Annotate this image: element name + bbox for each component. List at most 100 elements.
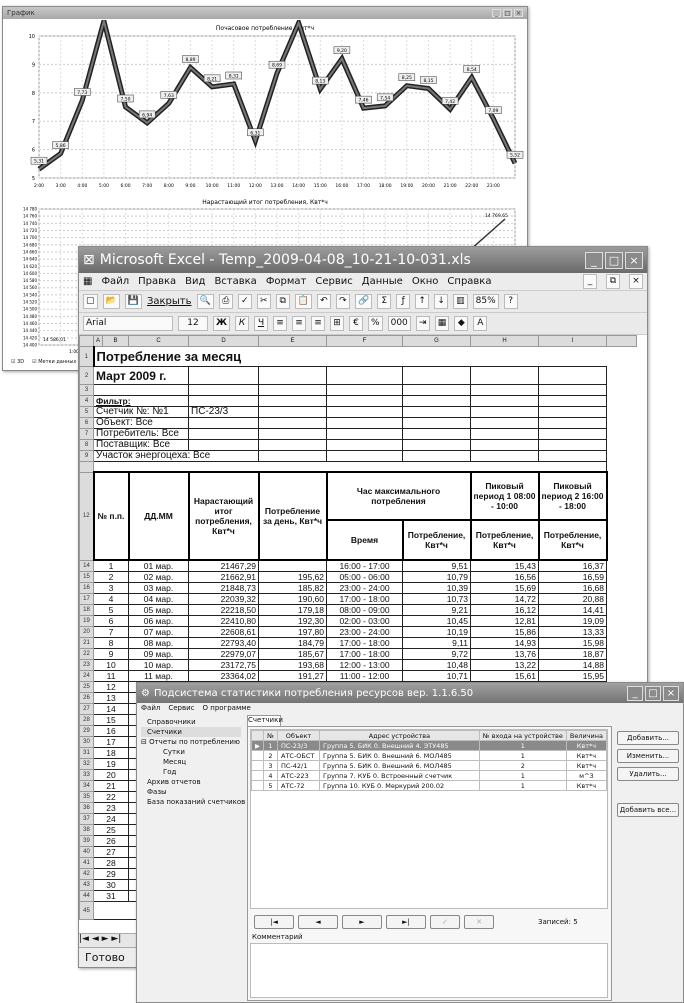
cell-date[interactable]: 07 мар. bbox=[128, 626, 190, 639]
cell-peak1[interactable]: 14,93 bbox=[470, 637, 540, 650]
row-number[interactable]: 18 bbox=[79, 604, 94, 617]
select-all[interactable] bbox=[79, 335, 94, 347]
column-header[interactable]: C bbox=[128, 335, 190, 347]
row-number[interactable]: 25 bbox=[79, 681, 94, 694]
row-number[interactable]: 27 bbox=[79, 703, 94, 716]
cell-date[interactable]: 09 мар. bbox=[128, 648, 190, 661]
cell-daily[interactable]: 197,80 bbox=[258, 626, 328, 639]
cell-num[interactable]: 7 bbox=[92, 626, 130, 639]
underline-icon[interactable]: Ч bbox=[254, 316, 269, 331]
cell-time[interactable]: 23:00 - 24:00 bbox=[326, 626, 404, 639]
tree-item-readings[interactable]: База показаний счетчиков bbox=[141, 797, 245, 807]
menu-view[interactable]: Вид bbox=[185, 276, 205, 287]
row-number[interactable]: 38 bbox=[79, 824, 94, 837]
cell-peak1[interactable]: 15,69 bbox=[470, 582, 540, 595]
checkbox-3d[interactable]: ☑ 3D bbox=[11, 359, 24, 365]
cell-consumption[interactable]: 9,72 bbox=[402, 648, 472, 661]
doc-minimize-button[interactable]: _ bbox=[583, 274, 597, 289]
cell-peak1[interactable]: 13,76 bbox=[470, 648, 540, 661]
filter-consumer[interactable]: Потребитель: Все bbox=[92, 428, 190, 440]
cell-consumption[interactable]: 10,48 bbox=[402, 659, 472, 672]
excel-minimize-button[interactable]: _ bbox=[585, 251, 603, 269]
cell-cumulative[interactable]: 22608,61 bbox=[188, 626, 260, 639]
cell-num[interactable]: 6 bbox=[92, 615, 130, 628]
undo-icon[interactable]: ↶ bbox=[316, 294, 331, 309]
cell-num[interactable]: 31 bbox=[92, 890, 130, 903]
currency-icon[interactable]: € bbox=[349, 316, 364, 331]
row-number[interactable]: 3 bbox=[79, 384, 94, 396]
cell-peak2[interactable]: 15,98 bbox=[538, 637, 608, 650]
row-number[interactable]: 43 bbox=[79, 879, 94, 892]
prev-record-button[interactable]: ◄ bbox=[298, 915, 338, 929]
row-number[interactable]: 29 bbox=[79, 725, 94, 738]
menu-edit[interactable]: Правка bbox=[138, 276, 176, 287]
cell-cumulative[interactable]: 22039,32 bbox=[188, 593, 260, 606]
cell-cumulative[interactable]: 22410,80 bbox=[188, 615, 260, 628]
cell-time[interactable]: 11:00 - 12:00 bbox=[326, 670, 404, 683]
row-number[interactable]: 45 bbox=[79, 901, 94, 921]
header-max-hour[interactable]: Час максимального потребления bbox=[325, 471, 472, 522]
edit-button[interactable]: Изменить... bbox=[617, 749, 679, 763]
font-size-select[interactable]: 12 bbox=[178, 316, 208, 331]
column-header[interactable]: I bbox=[538, 335, 608, 347]
row-number[interactable]: 15 bbox=[79, 571, 94, 584]
row-number[interactable]: 31 bbox=[79, 747, 94, 760]
percent-icon[interactable]: % bbox=[368, 316, 383, 331]
cell-consumption[interactable]: 10,39 bbox=[402, 582, 472, 595]
cell-num[interactable]: 13 bbox=[92, 692, 130, 705]
cell-cumulative[interactable]: 21467,29 bbox=[188, 559, 260, 573]
row-number[interactable]: 36 bbox=[79, 802, 94, 815]
column-header[interactable]: B bbox=[102, 335, 130, 347]
filter-meter[interactable]: Счетчик №: №1 bbox=[92, 406, 190, 418]
tree-item-month[interactable]: Месяц bbox=[141, 757, 241, 767]
cell-date[interactable]: 02 мар. bbox=[128, 571, 190, 584]
cell-date[interactable]: 04 мар. bbox=[128, 593, 190, 606]
grid-row[interactable]: 3 ПС-42/1 Группа 5. БИК 0. Внешний 6. МОЛ4… bbox=[251, 760, 608, 771]
cell-time[interactable]: 23:00 - 24:00 bbox=[326, 582, 404, 595]
align-center-icon[interactable]: ≡ bbox=[292, 316, 307, 331]
header-time[interactable]: Время bbox=[325, 519, 404, 562]
row-number[interactable]: 42 bbox=[79, 868, 94, 881]
cell-daily[interactable]: 179,18 bbox=[258, 604, 328, 617]
checkbox-labels[interactable]: ☑ Метки данных bbox=[32, 359, 76, 365]
cell-consumption[interactable]: 9,51 bbox=[402, 559, 472, 573]
cell-consumption[interactable]: 10,19 bbox=[402, 626, 472, 639]
cell-time[interactable]: 17:00 - 18:00 bbox=[326, 593, 404, 606]
cell-daily[interactable]: 185,67 bbox=[258, 648, 328, 661]
print-icon[interactable]: ⎙ bbox=[218, 294, 233, 309]
meters-grid[interactable]: № Объект Адрес устройства № входа на уст… bbox=[250, 729, 608, 909]
merge-icon[interactable]: ⊞ bbox=[330, 316, 345, 331]
sub-close-button[interactable]: × bbox=[663, 685, 679, 701]
cell-peak2[interactable]: 20,88 bbox=[538, 593, 608, 606]
cell-num[interactable]: 17 bbox=[92, 736, 130, 749]
cell-peak1[interactable]: 16,56 bbox=[470, 571, 540, 584]
filter-supplier[interactable]: Поставщик: Все bbox=[92, 439, 190, 451]
cell-cumulative[interactable]: 22793,40 bbox=[188, 637, 260, 650]
cut-icon[interactable]: ✂ bbox=[256, 294, 271, 309]
tree-item-meters[interactable]: Счетчики bbox=[141, 727, 241, 737]
column-header[interactable]: A bbox=[92, 335, 104, 347]
cell-daily[interactable] bbox=[258, 559, 328, 573]
cell-peak2[interactable]: 19,09 bbox=[538, 615, 608, 628]
filter-section[interactable]: Участок энергоцеха: Все bbox=[92, 450, 260, 462]
cell-num[interactable]: 15 bbox=[92, 714, 130, 727]
cell-num[interactable]: 2 bbox=[92, 571, 130, 584]
grid-row[interactable]: 5 АТС-72 Группа 10. КУБ 0. Меркурий 200.02… bbox=[251, 780, 608, 791]
cell-num[interactable]: 27 bbox=[92, 846, 130, 859]
cell-peak2[interactable]: 18,87 bbox=[538, 648, 608, 661]
cell-num[interactable]: 3 bbox=[92, 582, 130, 595]
cell-daily[interactable]: 195,62 bbox=[258, 571, 328, 584]
align-right-icon[interactable]: ≡ bbox=[311, 316, 326, 331]
confirm-button[interactable]: ✓ bbox=[430, 915, 460, 929]
font-select[interactable]: Arial bbox=[83, 316, 173, 331]
spelling-icon[interactable]: ✓ bbox=[237, 294, 252, 309]
doc-close-button[interactable]: × bbox=[629, 274, 643, 289]
excel-close-button[interactable]: × bbox=[625, 251, 643, 269]
cell-cumulative[interactable]: 23172,75 bbox=[188, 659, 260, 672]
column-header[interactable]: F bbox=[326, 335, 404, 347]
row-number[interactable]: 6 bbox=[79, 417, 94, 429]
fill-color-icon[interactable]: ◆ bbox=[454, 316, 469, 331]
row-number[interactable]: 12 bbox=[79, 471, 94, 561]
row-number[interactable] bbox=[79, 461, 94, 473]
cell-num[interactable]: 12 bbox=[92, 681, 130, 694]
